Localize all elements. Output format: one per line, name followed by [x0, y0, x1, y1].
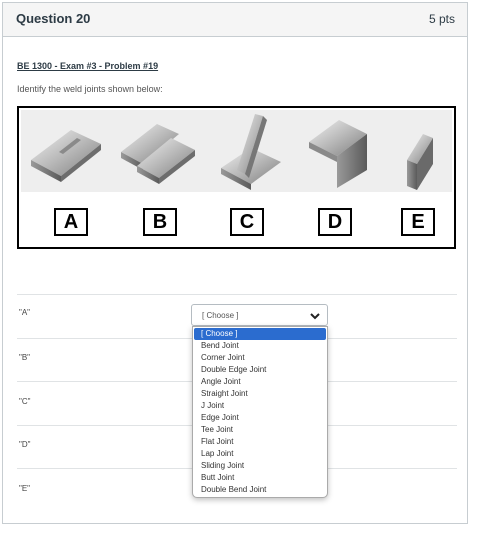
- figure-letter-d: D: [318, 208, 352, 236]
- dropdown-option-sliding-joint[interactable]: Sliding Joint: [193, 460, 327, 472]
- answer-label-e: "E": [19, 484, 31, 493]
- dropdown-option-straight-joint[interactable]: Straight Joint: [193, 388, 327, 400]
- dropdown-option-butt-joint[interactable]: Butt Joint: [193, 472, 327, 484]
- figure-letter-b: B: [143, 208, 177, 236]
- answer-select-a[interactable]: [ Choose ]: [191, 304, 328, 326]
- dropdown-option-angle-joint[interactable]: Angle Joint: [193, 376, 327, 388]
- answer-label-d: "D": [19, 440, 31, 449]
- divider: [17, 294, 457, 295]
- problem-title: BE 1300 - Exam #3 - Problem #19: [17, 61, 159, 71]
- figure-letter-e: E: [401, 208, 435, 236]
- dropdown-option-corner-joint[interactable]: Corner Joint: [193, 352, 327, 364]
- figure-letter-c: C: [230, 208, 264, 236]
- dropdown-option-j-joint[interactable]: J Joint: [193, 400, 327, 412]
- dropdown-option-lap-joint[interactable]: Lap Joint: [193, 448, 327, 460]
- dropdown-option-choose[interactable]: [ Choose ]: [194, 328, 326, 340]
- weld-joints-figure: A B C D E: [17, 106, 456, 249]
- answer-label-a: "A": [19, 308, 31, 317]
- dropdown-option-flat-joint[interactable]: Flat Joint: [193, 436, 327, 448]
- dropdown-option-double-edge-joint[interactable]: Double Edge Joint: [193, 364, 327, 376]
- select-value: [ Choose ]: [202, 311, 239, 320]
- answer-label-b: "B": [19, 353, 31, 362]
- question-points: 5 pts: [428, 12, 455, 26]
- question-prompt: Identify the weld joints shown below:: [17, 84, 163, 94]
- question-title: Question 20: [16, 11, 91, 26]
- figure-letter-a: A: [54, 208, 88, 236]
- question-header: Question 20 5 pts: [3, 3, 467, 37]
- dropdown-option-double-bend-joint[interactable]: Double Bend Joint: [193, 484, 327, 496]
- dropdown-option-bend-joint[interactable]: Bend Joint: [193, 340, 327, 352]
- dropdown-option-tee-joint[interactable]: Tee Joint: [193, 424, 327, 436]
- chevron-down-icon: [310, 313, 320, 320]
- answer-label-c: "C": [19, 397, 31, 406]
- answer-dropdown-list[interactable]: [ Choose ] Bend Joint Corner Joint Doubl…: [192, 326, 328, 498]
- dropdown-option-edge-joint[interactable]: Edge Joint: [193, 412, 327, 424]
